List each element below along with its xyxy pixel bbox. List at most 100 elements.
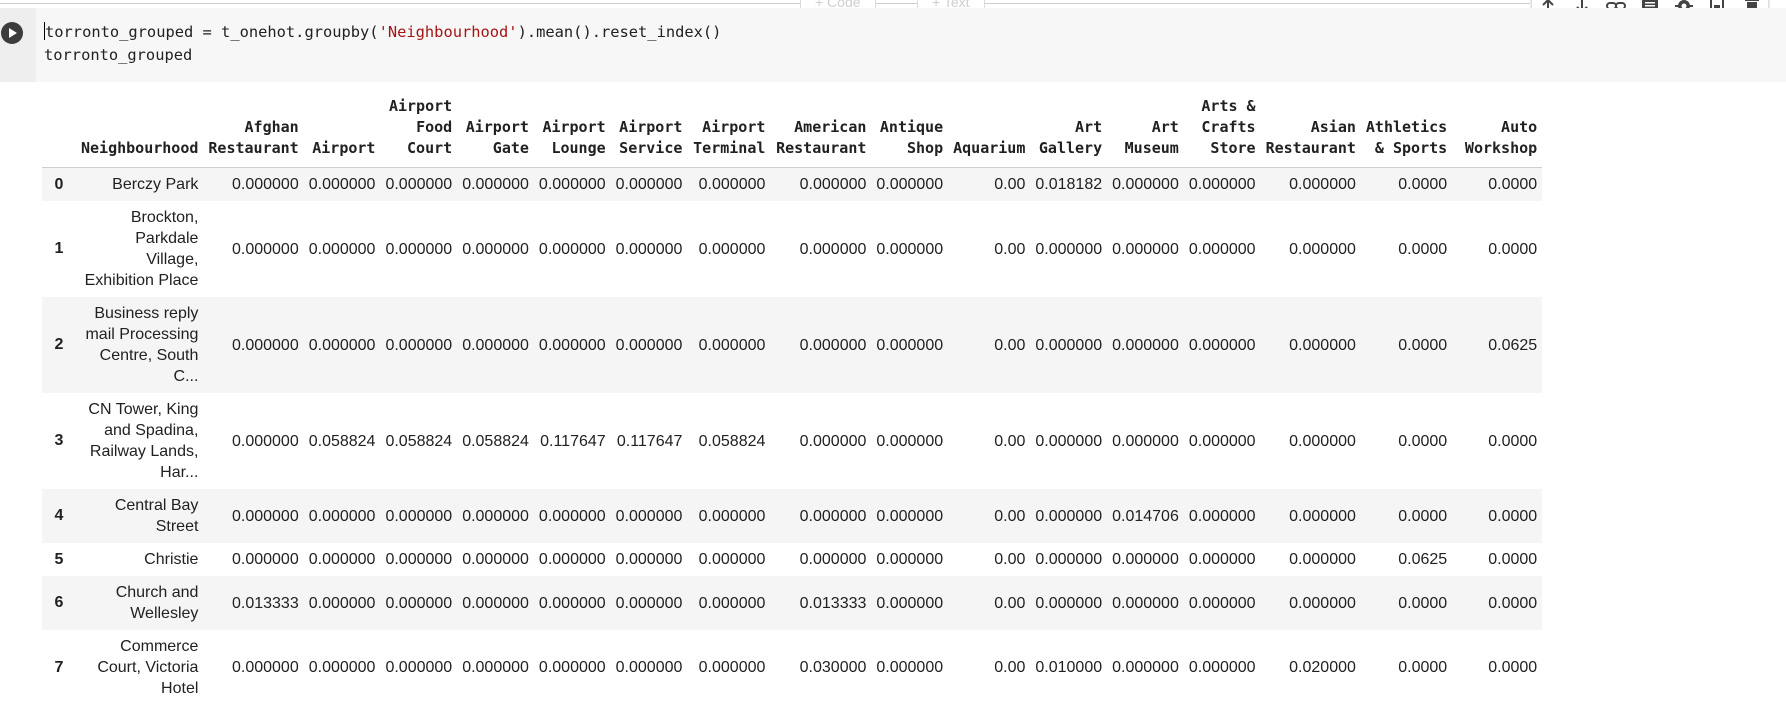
value-cell: 0.000000 bbox=[615, 240, 683, 258]
value-cell: 0.000000 bbox=[799, 240, 867, 258]
value-cell: 0.0000 bbox=[1398, 432, 1448, 450]
value-cell: 0.000000 bbox=[799, 507, 867, 525]
value-cell: 0.000000 bbox=[538, 336, 606, 354]
code-line-1-suffix: ).mean().reset_index() bbox=[517, 23, 722, 41]
value-cell: 0.000000 bbox=[1188, 240, 1256, 258]
index-header bbox=[42, 96, 76, 168]
value-cell: 0.000000 bbox=[308, 176, 376, 193]
value-cell: 0.000000 bbox=[698, 551, 766, 568]
value-cell: 0.000000 bbox=[385, 507, 453, 525]
value-cell: 0.000000 bbox=[538, 507, 606, 525]
value-cell: 0.058824 bbox=[698, 432, 766, 450]
value-cell: 0.0000 bbox=[1398, 336, 1448, 354]
table-row: 1 Brockton, Parkdale Village, Exhibition … bbox=[42, 201, 1542, 297]
value-cell: 0.000000 bbox=[462, 507, 529, 525]
value-cell: 0.000000 bbox=[231, 336, 299, 354]
value-cell: 0.000000 bbox=[385, 551, 453, 568]
column-header: Asian Restaurant bbox=[1260, 96, 1361, 168]
value-cell: 0.000000 bbox=[799, 432, 867, 450]
column-header: Airport Gate bbox=[457, 96, 534, 168]
neighbourhood-cell: Berczy Park bbox=[112, 176, 199, 193]
value-cell: 0.000000 bbox=[1188, 659, 1256, 676]
value-cell: 0.0000 bbox=[1488, 240, 1538, 258]
value-cell: 0.000000 bbox=[462, 594, 529, 612]
value-cell: 0.00 bbox=[994, 507, 1026, 525]
column-header: Auto Workshop bbox=[1452, 96, 1543, 168]
value-cell: 0.000000 bbox=[615, 336, 683, 354]
neighbourhood-cell: Church and Wellesley bbox=[115, 584, 199, 622]
value-cell: 0.000000 bbox=[1289, 551, 1356, 568]
row-index: 0 bbox=[54, 175, 64, 193]
value-cell: 0.000000 bbox=[615, 659, 683, 676]
value-cell: 0.000000 bbox=[698, 594, 766, 612]
code-editor[interactable]: torronto_grouped = t_onehot.groupby('Nei… bbox=[36, 8, 1786, 82]
value-cell: 0.000000 bbox=[876, 336, 944, 354]
value-cell: 0.00 bbox=[994, 176, 1026, 193]
value-cell: 0.0000 bbox=[1398, 176, 1448, 193]
value-cell: 0.000000 bbox=[1289, 240, 1356, 258]
table-header-row: Neighbourhood Afghan Restaurant Airport … bbox=[42, 96, 1543, 168]
value-cell: 0.000000 bbox=[462, 176, 529, 193]
value-cell: 0.000000 bbox=[1112, 336, 1179, 354]
code-line-1-prefix: torronto_grouped = t_onehot.groupby( bbox=[45, 23, 379, 41]
value-cell: 0.000000 bbox=[231, 240, 299, 258]
row-index: 4 bbox=[54, 507, 64, 524]
value-cell: 0.000000 bbox=[1112, 432, 1179, 450]
value-cell: 0.000000 bbox=[308, 507, 376, 525]
cell-gutter bbox=[0, 8, 36, 82]
value-cell: 0.000000 bbox=[385, 336, 453, 354]
value-cell: 0.000000 bbox=[1188, 551, 1256, 568]
value-cell: 0.000000 bbox=[1035, 507, 1103, 525]
value-cell: 0.000000 bbox=[876, 240, 944, 258]
row-index: 6 bbox=[54, 594, 64, 611]
value-cell: 0.000000 bbox=[231, 176, 299, 193]
value-cell: 0.000000 bbox=[1289, 336, 1356, 354]
value-cell: 0.0000 bbox=[1488, 659, 1538, 676]
value-cell: 0.0000 bbox=[1488, 551, 1538, 568]
value-cell: 0.0000 bbox=[1488, 594, 1538, 612]
value-cell: 0.0000 bbox=[1398, 659, 1448, 676]
value-cell: 0.000000 bbox=[1112, 594, 1179, 612]
column-header: Airport Lounge bbox=[533, 96, 611, 168]
value-cell: 0.010000 bbox=[1035, 659, 1103, 676]
value-cell: 0.000000 bbox=[1112, 659, 1179, 676]
value-cell: 0.000000 bbox=[799, 336, 867, 354]
value-cell: 0.000000 bbox=[538, 659, 606, 676]
value-cell: 0.000000 bbox=[231, 432, 299, 450]
value-cell: 0.000000 bbox=[385, 240, 453, 258]
row-index: 7 bbox=[54, 658, 64, 676]
run-cell-button[interactable] bbox=[1, 22, 23, 44]
value-cell: 0.0000 bbox=[1488, 507, 1538, 525]
value-cell: 0.000000 bbox=[1035, 432, 1103, 450]
value-cell: 0.000000 bbox=[308, 551, 376, 568]
value-cell: 0.000000 bbox=[462, 240, 529, 258]
table-row: 3 CN Tower, King and Spadina, Railway Lan… bbox=[42, 393, 1542, 489]
output-area: Neighbourhood Afghan Restaurant Airport … bbox=[42, 96, 1543, 705]
value-cell: 0.000000 bbox=[799, 176, 867, 193]
column-header: Antique Shop bbox=[871, 96, 949, 168]
value-cell: 0.00 bbox=[994, 551, 1026, 568]
value-cell: 0.000000 bbox=[876, 594, 944, 612]
value-cell: 0.000000 bbox=[1035, 551, 1103, 568]
row-index: 1 bbox=[54, 240, 64, 257]
column-header: Art Gallery bbox=[1030, 96, 1108, 168]
column-header: Airport bbox=[303, 96, 381, 168]
value-cell: 0.000000 bbox=[1289, 507, 1356, 525]
value-cell: 0.0000 bbox=[1488, 432, 1538, 450]
value-cell: 0.000000 bbox=[538, 594, 606, 612]
value-cell: 0.0000 bbox=[1398, 507, 1448, 525]
column-header: Airport Food Court bbox=[380, 96, 458, 168]
value-cell: 0.030000 bbox=[799, 659, 867, 676]
table-row: 7 Commerce Court, Victoria Hotel 0.000000 0… bbox=[42, 630, 1542, 705]
value-cell: 0.000000 bbox=[615, 507, 683, 525]
table-row: 0 Berczy Park 0.000000 0.000000 0.000000 0.00… bbox=[42, 167, 1543, 201]
value-cell: 0.000000 bbox=[1188, 507, 1256, 525]
value-cell: 0.058824 bbox=[462, 432, 529, 450]
value-cell: 0.0000 bbox=[1398, 240, 1448, 258]
value-cell: 0.000000 bbox=[385, 594, 453, 612]
value-cell: 0.000000 bbox=[876, 659, 944, 676]
value-cell: 0.117647 bbox=[540, 432, 606, 450]
value-cell: 0.0625 bbox=[1488, 336, 1538, 354]
neighbourhood-cell: Commerce Court, Victoria Hotel bbox=[97, 638, 199, 697]
value-cell: 0.0000 bbox=[1488, 176, 1538, 193]
